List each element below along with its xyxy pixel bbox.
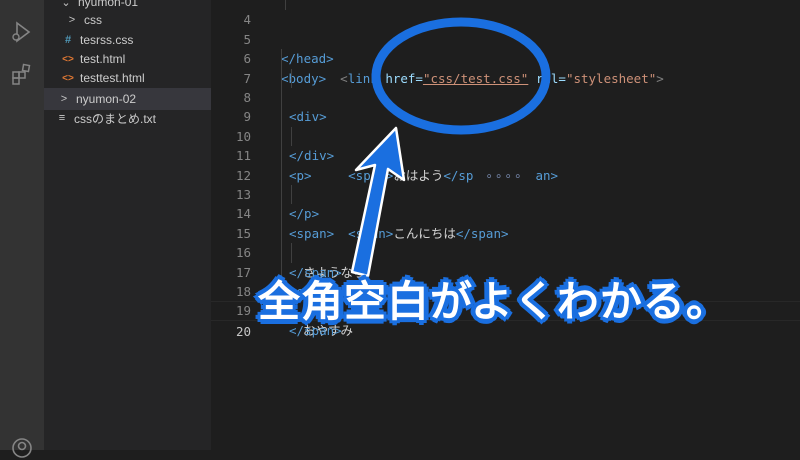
extensions-icon[interactable] xyxy=(10,62,34,86)
line-number: 20 xyxy=(235,323,251,339)
file-css-matome-txt[interactable]: ≡ cssのまとめ.txt xyxy=(44,107,211,129)
code-line: 13 <span> xyxy=(211,165,800,241)
tree-item-label: test.html xyxy=(80,52,126,66)
code-line: 17 おやすみ xyxy=(211,243,800,338)
code-line: 6 <body> xyxy=(211,30,800,85)
code-editor[interactable]: 4 <link href="css/test.css" rel="stylesh… xyxy=(211,0,800,450)
run-debug-icon[interactable] xyxy=(10,20,34,44)
code-line: 10 <p> xyxy=(211,107,800,183)
code-line: 14 さようなら xyxy=(211,185,800,280)
code-line: 9 </div> xyxy=(211,88,800,163)
account-icon[interactable] xyxy=(10,436,34,460)
file-testtest-html[interactable]: <> testtest.html xyxy=(44,67,211,89)
css-file-icon: # xyxy=(64,34,72,46)
text-file-icon: ≡ xyxy=(58,112,66,124)
chevron-right-icon: > xyxy=(68,14,76,26)
code-line: 7 <div> xyxy=(211,49,800,124)
tree-item-label: testtest.html xyxy=(80,71,145,85)
tree-item-label: tesrss.css xyxy=(80,33,134,47)
folder-css[interactable]: > css xyxy=(44,9,211,31)
tree-item-label: cssのまとめ.txt xyxy=(74,111,157,126)
code-line: 11 <span>こんにちは</span> xyxy=(211,126,800,241)
explorer-sidebar: ⌄ nyumon-01 > css # tesrss.css <> test.h… xyxy=(44,0,211,450)
code-line: 16 <span> xyxy=(211,223,800,299)
code-line: 12 </p> xyxy=(211,146,800,221)
code-line: 4 <link href="css/test.css" rel="stylesh… xyxy=(211,0,800,86)
html-file-icon: <> xyxy=(62,72,74,84)
code-line: 15 </span> xyxy=(211,204,800,280)
activity-bar xyxy=(0,0,44,458)
chevron-right-icon: > xyxy=(60,93,68,105)
tree-item-label: css xyxy=(84,13,102,27)
html-file-icon: <> xyxy=(62,53,74,65)
tree-item-label: nyumon-01 xyxy=(78,0,139,9)
annotation-caption: 全角空白がよくわかる。 xyxy=(258,277,729,326)
tree-item-label: nyumon-02 xyxy=(76,92,137,106)
code-line: 5 </head> xyxy=(211,10,800,66)
chevron-down-icon: ⌄ xyxy=(61,0,71,9)
code-line: 8 <span>おはよう</sp ∘∘∘∘ an> xyxy=(211,68,800,183)
